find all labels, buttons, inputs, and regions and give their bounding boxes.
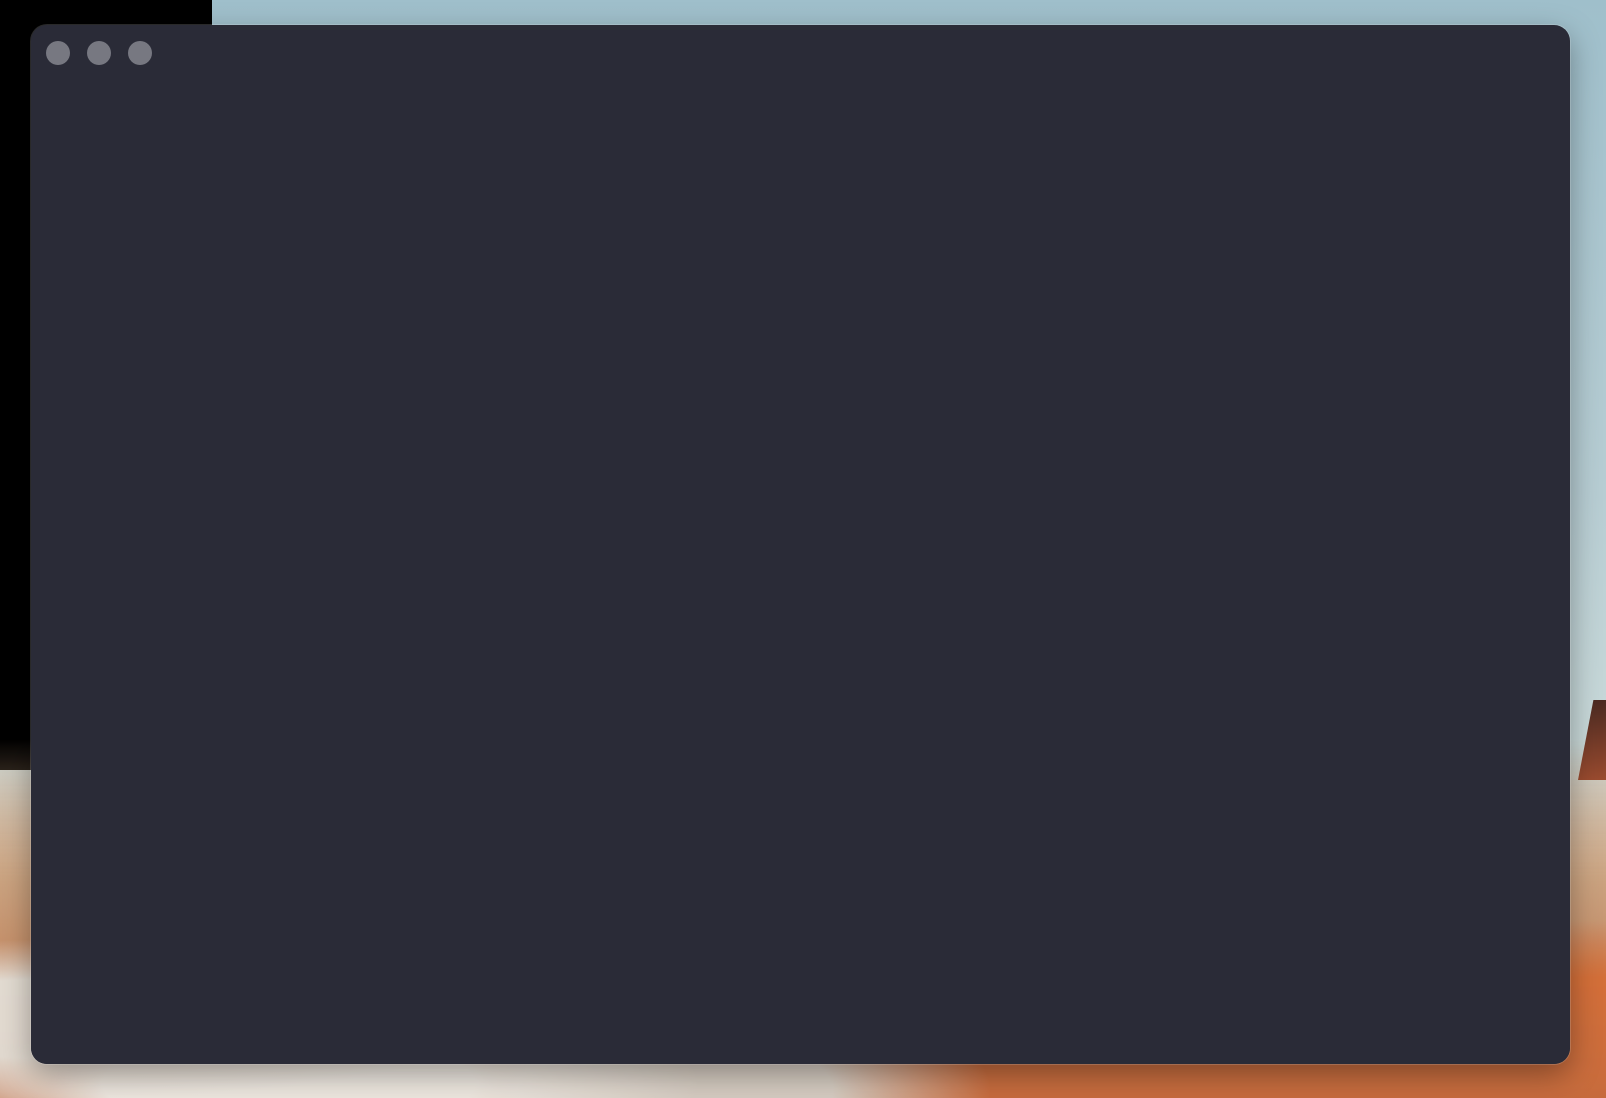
terminal-window[interactable] [31, 25, 1570, 1064]
window-titlebar[interactable] [31, 25, 1570, 79]
close-button[interactable] [46, 41, 70, 65]
window-content[interactable] [31, 79, 1570, 1064]
desktop [0, 0, 1606, 1098]
window-controls [46, 41, 152, 65]
zoom-button[interactable] [128, 41, 152, 65]
minimize-button[interactable] [87, 41, 111, 65]
